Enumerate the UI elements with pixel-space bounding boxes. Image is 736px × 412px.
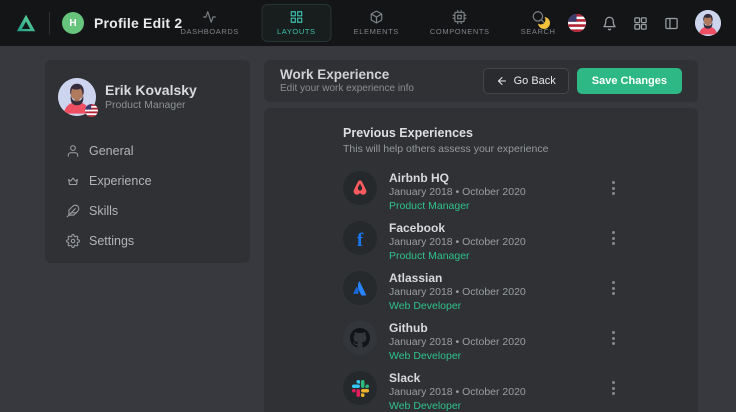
nav-item-label: DASHBOARDS: [180, 27, 239, 36]
sidebar-menu: General Experience Skills Settings: [45, 136, 250, 256]
work-period: January 2018 • October 2020: [389, 386, 608, 399]
menu-label: Settings: [89, 234, 134, 248]
brand-logo[interactable]: [15, 12, 37, 34]
page-title: Profile Edit 2: [94, 15, 182, 31]
page-badge: H: [62, 12, 84, 34]
work-role: Product Manager: [389, 250, 608, 263]
nav-item-search[interactable]: SEARCH: [512, 5, 565, 41]
menu-label: Skills: [89, 204, 118, 218]
nav-item-layouts[interactable]: LAYOUTS: [261, 4, 332, 42]
company-name: Slack: [389, 372, 608, 385]
top-navbar: H Profile Edit 2 DASHBOARDS LAYOUTS ELEM…: [0, 0, 736, 46]
airbnb-logo-icon: [343, 171, 377, 205]
grid-icon: [289, 10, 303, 24]
user-avatar[interactable]: [695, 10, 721, 36]
sidebar-toggle-icon[interactable]: [664, 16, 679, 31]
menu-label: General: [89, 144, 133, 158]
slack-logo-icon: [343, 371, 377, 405]
company-name: Github: [389, 322, 608, 335]
experiences-subtitle: This will help others assess your experi…: [343, 143, 619, 156]
work-period: January 2018 • October 2020: [389, 186, 608, 199]
save-changes-button[interactable]: Save Changes: [577, 68, 682, 94]
go-back-label: Go Back: [514, 75, 556, 87]
divider: [49, 12, 50, 34]
company-name: Airbnb HQ: [389, 172, 608, 185]
menu-label: Experience: [89, 174, 152, 188]
row-options-button[interactable]: [608, 223, 619, 253]
section-page-title: Work Experience: [280, 67, 414, 83]
experience-row-facebook: f Facebook January 2018 • October 2020 P…: [343, 221, 619, 262]
activity-icon: [203, 10, 217, 24]
save-changes-label: Save Changes: [592, 75, 667, 87]
triangle-logo-icon: [15, 12, 37, 34]
profile-role: Product Manager: [105, 99, 197, 112]
nav-item-elements[interactable]: ELEMENTS: [345, 5, 408, 41]
row-options-button[interactable]: [608, 373, 619, 403]
us-flag-icon[interactable]: [568, 14, 586, 32]
github-logo-icon: [343, 321, 377, 355]
sidebar-item-experience[interactable]: Experience: [45, 166, 250, 196]
crown-icon: [66, 174, 80, 188]
work-period: January 2018 • October 2020: [389, 236, 608, 249]
nav-item-label: ELEMENTS: [354, 27, 399, 36]
company-name: Atlassian: [389, 272, 608, 285]
work-role: Web Developer: [389, 350, 608, 363]
facebook-logo-icon: f: [343, 221, 377, 255]
nav-item-label: LAYOUTS: [277, 27, 316, 36]
section-page-subtitle: Edit your work experience info: [280, 83, 414, 95]
go-back-button[interactable]: Go Back: [483, 68, 569, 94]
profile-name: Erik Kovalsky: [105, 82, 197, 99]
work-period: January 2018 • October 2020: [389, 286, 608, 299]
gear-icon: [66, 234, 80, 248]
nav-item-dashboards[interactable]: DASHBOARDS: [171, 5, 248, 41]
sidebar-item-general[interactable]: General: [45, 136, 250, 166]
company-name: Facebook: [389, 222, 608, 235]
work-role: Product Manager: [389, 200, 608, 213]
row-options-button[interactable]: [608, 273, 619, 303]
user-icon: [66, 144, 80, 158]
work-experience-header: Work Experience Edit your work experienc…: [264, 60, 698, 102]
atlassian-logo-icon: [343, 271, 377, 305]
experience-row-github: Github January 2018 • October 2020 Web D…: [343, 321, 619, 362]
profile-summary: Erik Kovalsky Product Manager: [45, 60, 250, 116]
nav-item-label: SEARCH: [521, 27, 556, 36]
row-options-button[interactable]: [608, 173, 619, 203]
arrow-left-icon: [496, 75, 508, 87]
experience-row-slack: Slack January 2018 • October 2020 Web De…: [343, 371, 619, 412]
experiences-card: Previous Experiences This will help othe…: [264, 108, 698, 412]
work-role: Web Developer: [389, 400, 608, 412]
sidebar-item-settings[interactable]: Settings: [45, 226, 250, 256]
experience-row-atlassian: Atlassian January 2018 • October 2020 We…: [343, 271, 619, 312]
work-period: January 2018 • October 2020: [389, 336, 608, 349]
work-role: Web Developer: [389, 300, 608, 313]
experience-row-airbnb: Airbnb HQ January 2018 • October 2020 Pr…: [343, 171, 619, 212]
bell-icon[interactable]: [602, 16, 617, 31]
nav-item-label: COMPONENTS: [430, 27, 490, 36]
row-options-button[interactable]: [608, 323, 619, 353]
avatar-illustration: [695, 10, 721, 36]
nav-item-components[interactable]: COMPONENTS: [421, 5, 499, 41]
box-icon: [369, 10, 383, 24]
us-flag-badge-icon: [85, 104, 98, 117]
main-nav: DASHBOARDS LAYOUTS ELEMENTS COMPONENTS S…: [171, 0, 564, 46]
apps-grid-icon[interactable]: [633, 16, 648, 31]
sidebar-item-skills[interactable]: Skills: [45, 196, 250, 226]
profile-edit-screen: H Profile Edit 2 DASHBOARDS LAYOUTS ELEM…: [0, 0, 736, 412]
search-icon: [531, 10, 545, 24]
feather-icon: [66, 204, 80, 218]
profile-sidebar: Erik Kovalsky Product Manager General Ex…: [45, 60, 250, 263]
experiences-title: Previous Experiences: [343, 126, 619, 141]
cpu-icon: [453, 10, 467, 24]
